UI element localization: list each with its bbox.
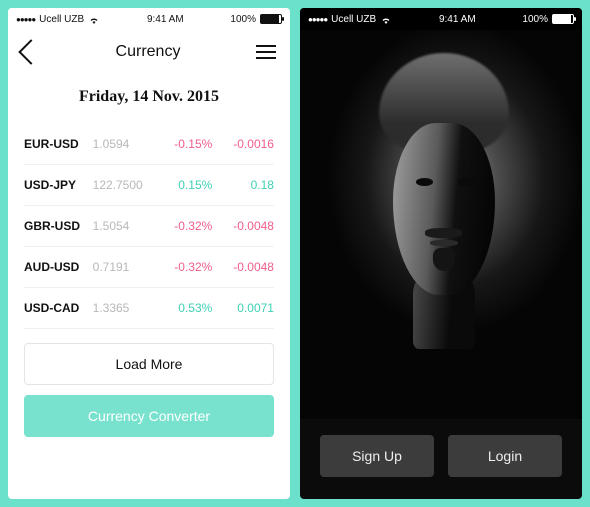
status-bar: Ucell UZB 9:41 AM 100%	[8, 8, 290, 30]
portrait-photo	[300, 30, 582, 419]
nav-bar: Currency	[8, 30, 290, 74]
currency-list: EUR-USD 1.0594 -0.15% -0.0016 USD-JPY 122.750…	[8, 124, 290, 329]
abs-change-label: -0.0048	[219, 219, 274, 233]
signal-dots-icon	[16, 14, 35, 25]
currency-screen: Ucell UZB 9:41 AM 100% Currency Friday, …	[8, 8, 290, 499]
rate-label: 1.0594	[93, 137, 151, 151]
currency-row[interactable]: GBR-USD 1.5054 -0.32% -0.0048	[24, 206, 274, 247]
pair-label: EUR-USD	[24, 137, 86, 151]
currency-row[interactable]: EUR-USD 1.0594 -0.15% -0.0016	[24, 124, 274, 165]
abs-change-label: -0.0016	[219, 137, 274, 151]
signal-dots-icon	[308, 14, 327, 25]
sign-up-button[interactable]: Sign Up	[320, 435, 434, 477]
rate-label: 1.5054	[93, 219, 151, 233]
pair-label: USD-CAD	[24, 301, 86, 315]
pct-change-label: -0.15%	[157, 137, 212, 151]
rate-label: 0.7191	[93, 260, 151, 274]
battery-icon	[552, 14, 574, 24]
rate-label: 122.7500	[93, 178, 151, 192]
abs-change-label: -0.0048	[219, 260, 274, 274]
battery-pct-label: 100%	[522, 14, 548, 25]
battery-pct-label: 100%	[230, 14, 256, 25]
clock-label: 9:41 AM	[439, 14, 476, 25]
currency-row[interactable]: USD-JPY 122.7500 0.15% 0.18	[24, 165, 274, 206]
load-more-button[interactable]: Load More	[24, 343, 274, 385]
currency-row[interactable]: AUD-USD 0.7191 -0.32% -0.0048	[24, 247, 274, 288]
back-icon[interactable]	[18, 39, 43, 64]
carrier-label: Ucell UZB	[39, 14, 84, 25]
rate-label: 1.3365	[93, 301, 151, 315]
currency-converter-button[interactable]: Currency Converter	[24, 395, 274, 437]
pct-change-label: -0.32%	[157, 219, 212, 233]
currency-row[interactable]: USD-CAD 1.3365 0.53% 0.0071	[24, 288, 274, 329]
menu-icon[interactable]	[256, 45, 276, 59]
auth-screen: Ucell UZB 9:41 AM 100% Sign Up Login	[300, 8, 582, 499]
abs-change-label: 0.0071	[219, 301, 274, 315]
pct-change-label: -0.32%	[157, 260, 212, 274]
battery-icon	[260, 14, 282, 24]
auth-button-bar: Sign Up Login	[300, 419, 582, 499]
pair-label: GBR-USD	[24, 219, 86, 233]
clock-label: 9:41 AM	[147, 14, 184, 25]
wifi-icon	[380, 14, 392, 24]
page-title: Currency	[116, 43, 181, 61]
abs-change-label: 0.18	[219, 178, 274, 192]
pair-label: AUD-USD	[24, 260, 86, 274]
date-heading: Friday, 14 Nov. 2015	[8, 74, 290, 124]
wifi-icon	[88, 14, 100, 24]
pct-change-label: 0.53%	[157, 301, 212, 315]
login-button[interactable]: Login	[448, 435, 562, 477]
pair-label: USD-JPY	[24, 178, 86, 192]
status-bar: Ucell UZB 9:41 AM 100%	[300, 8, 582, 30]
pct-change-label: 0.15%	[157, 178, 212, 192]
carrier-label: Ucell UZB	[331, 14, 376, 25]
